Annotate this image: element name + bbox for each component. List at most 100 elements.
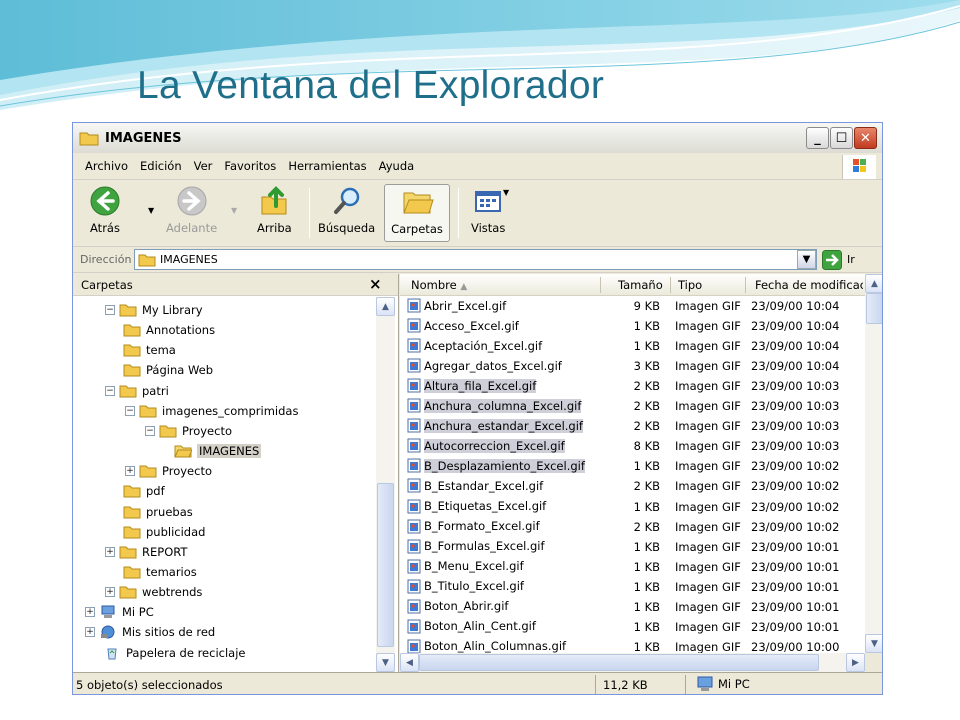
- scroll-thumb[interactable]: [866, 293, 882, 324]
- file-row[interactable]: B_Formulas_Excel.gif 1 KB Imagen GIF 23/09/…: [400, 537, 865, 557]
- tree-item[interactable]: − patri: [105, 381, 169, 401]
- tree-item[interactable]: + Mi PC: [85, 602, 154, 622]
- close-icon[interactable]: ×: [369, 275, 382, 293]
- tree-item[interactable]: tema: [123, 340, 176, 360]
- column-divider[interactable]: [670, 277, 671, 293]
- tree-item-label: patri: [142, 383, 169, 398]
- column-date-header[interactable]: Fecha de modificación: [755, 278, 863, 292]
- tree-item[interactable]: + webtrends: [105, 582, 202, 602]
- file-row[interactable]: Boton_Alin_Cent.gif 1 KB Imagen GIF 23/09/0…: [400, 617, 865, 637]
- tree-item[interactable]: + REPORT: [105, 542, 187, 562]
- expand-icon[interactable]: +: [125, 466, 135, 477]
- file-row[interactable]: Altura_fila_Excel.gif 2 KB Imagen GIF 23/09…: [400, 376, 865, 396]
- menu-ayuda[interactable]: Ayuda: [379, 159, 415, 173]
- tree-item[interactable]: pruebas: [123, 502, 193, 522]
- file-row[interactable]: B_Etiquetas_Excel.gif 1 KB Imagen GIF 23/09…: [400, 497, 865, 517]
- scroll-down-icon[interactable]: ▼: [865, 634, 882, 653]
- file-date: 23/09/00 10:01: [751, 579, 840, 594]
- file-list-vertical-scrollbar[interactable]: ▲ ▼: [865, 274, 882, 653]
- tree-item[interactable]: + Proyecto: [125, 461, 212, 481]
- menu-archivo[interactable]: Archivo: [85, 159, 128, 173]
- column-name-header[interactable]: Nombre ▲: [411, 278, 467, 292]
- collapse-icon[interactable]: −: [105, 385, 115, 396]
- maximize-button[interactable]: ☐: [830, 127, 853, 149]
- tree-item[interactable]: Annotations: [123, 320, 215, 340]
- tree-item[interactable]: IMAGENES: [174, 441, 262, 461]
- tree-item[interactable]: publicidad: [123, 522, 205, 542]
- address-dropdown-button[interactable]: ▼: [797, 250, 816, 269]
- file-row[interactable]: B_Menu_Excel.gif 1 KB Imagen GIF 23/09/00 1…: [400, 557, 865, 577]
- file-row[interactable]: Agregar_datos_Excel.gif 3 KB Imagen GIF 23/…: [400, 356, 865, 376]
- file-row[interactable]: Boton_Abrir.gif 1 KB Imagen GIF 23/09/00 10…: [400, 597, 865, 617]
- tree-item-label: Mi PC: [122, 605, 154, 620]
- up-button[interactable]: Arriba: [257, 184, 292, 242]
- back-button[interactable]: Atrás: [88, 184, 122, 242]
- scroll-right-icon[interactable]: ▶: [846, 653, 865, 672]
- scroll-thumb[interactable]: [377, 483, 394, 647]
- file-list-horizontal-scrollbar[interactable]: ◀ ▶: [400, 653, 865, 672]
- column-divider[interactable]: [745, 277, 746, 293]
- expand-icon[interactable]: +: [105, 546, 115, 557]
- close-button[interactable]: ✕: [854, 127, 877, 149]
- expand-icon[interactable]: +: [85, 627, 95, 638]
- collapse-icon[interactable]: −: [145, 425, 155, 436]
- file-row[interactable]: Anchura_estandar_Excel.gif 2 KB Imagen GIF…: [400, 416, 865, 436]
- folders-pane-scrollbar[interactable]: ▲ ▼: [376, 297, 395, 672]
- file-row[interactable]: Acceso_Excel.gif 1 KB Imagen GIF 23/09/00 1…: [400, 316, 865, 336]
- scroll-left-icon[interactable]: ◀: [400, 653, 419, 672]
- tree-item-label: webtrends: [142, 585, 203, 600]
- minimize-button[interactable]: _: [806, 127, 829, 149]
- file-name: Anchura_estandar_Excel.gif: [424, 418, 583, 433]
- title-bar[interactable]: IMAGENES _ ☐ ✕: [73, 123, 882, 153]
- tree-item[interactable]: − Proyecto: [145, 421, 232, 441]
- tree-item[interactable]: temarios: [123, 562, 197, 582]
- back-dropdown-icon[interactable]: ▼: [148, 206, 154, 215]
- tree-item[interactable]: + Mis sitios de red: [85, 622, 215, 642]
- go-arrow-icon[interactable]: [822, 250, 842, 270]
- scroll-thumb[interactable]: [419, 654, 819, 671]
- tree-item-label: Página Web: [146, 363, 214, 378]
- file-row[interactable]: B_Titulo_Excel.gif 1 KB Imagen GIF 23/09/00…: [400, 577, 865, 597]
- file-row[interactable]: Abrir_Excel.gif 9 KB Imagen GIF 23/09/00 10…: [400, 296, 865, 316]
- file-name: B_Formato_Excel.gif: [424, 519, 540, 534]
- collapse-icon[interactable]: −: [105, 305, 115, 315]
- views-button[interactable]: Vistas: [471, 184, 505, 242]
- file-size: 1 KB: [633, 639, 660, 653]
- tree-item[interactable]: Papelera de reciclaje: [103, 643, 245, 663]
- views-dropdown-icon[interactable]: ▼: [503, 188, 509, 197]
- file-row[interactable]: B_Desplazamiento_Excel.gif 1 KB Imagen GIF…: [400, 456, 865, 476]
- folders-button[interactable]: Carpetas: [384, 184, 450, 242]
- file-row[interactable]: Autocorreccion_Excel.gif 8 KB Imagen GIF 23…: [400, 436, 865, 456]
- file-type: Imagen GIF: [675, 479, 741, 494]
- file-row[interactable]: B_Estandar_Excel.gif 2 KB Imagen GIF 23/09/…: [400, 476, 865, 496]
- forward-dropdown-icon[interactable]: ▼: [231, 206, 237, 215]
- file-row[interactable]: Aceptación_Excel.gif 1 KB Imagen GIF 23/09/…: [400, 336, 865, 356]
- column-type-header[interactable]: Tipo: [678, 278, 702, 292]
- column-divider[interactable]: [600, 277, 601, 293]
- tree-item[interactable]: Página Web: [123, 360, 213, 380]
- address-input[interactable]: IMAGENES: [134, 249, 817, 270]
- menu-herramientas[interactable]: Herramientas: [288, 159, 366, 173]
- file-row[interactable]: Boton_Alin_Columnas.gif 1 KB Imagen GIF 23/…: [400, 637, 865, 653]
- go-button[interactable]: Ir: [847, 253, 855, 266]
- column-size-header[interactable]: Tamaño: [618, 278, 663, 292]
- file-type: Imagen GIF: [675, 559, 741, 574]
- search-button[interactable]: Búsqueda: [318, 184, 375, 242]
- file-row[interactable]: Anchura_columna_Excel.gif 2 KB Imagen GIF 2…: [400, 396, 865, 416]
- expand-icon[interactable]: +: [105, 587, 115, 598]
- tree-item[interactable]: − My Library: [105, 300, 203, 320]
- collapse-icon[interactable]: −: [125, 405, 135, 416]
- tree-item[interactable]: − imagenes_comprimidas: [125, 401, 298, 421]
- menu-edicion[interactable]: Edición: [140, 159, 182, 173]
- menu-favoritos[interactable]: Favoritos: [224, 159, 276, 173]
- address-label: Dirección: [80, 253, 132, 266]
- expand-icon[interactable]: +: [85, 607, 95, 618]
- scroll-up-icon[interactable]: ▲: [865, 274, 882, 293]
- menu-ver[interactable]: Ver: [194, 159, 213, 173]
- scroll-down-icon[interactable]: ▼: [376, 653, 395, 672]
- tree-item[interactable]: pdf: [123, 481, 165, 501]
- file-name: Anchura_columna_Excel.gif: [424, 398, 582, 413]
- forward-button[interactable]: Adelante: [166, 184, 217, 242]
- scroll-up-icon[interactable]: ▲: [376, 297, 395, 316]
- file-row[interactable]: B_Formato_Excel.gif 2 KB Imagen GIF 23/09/0…: [400, 517, 865, 537]
